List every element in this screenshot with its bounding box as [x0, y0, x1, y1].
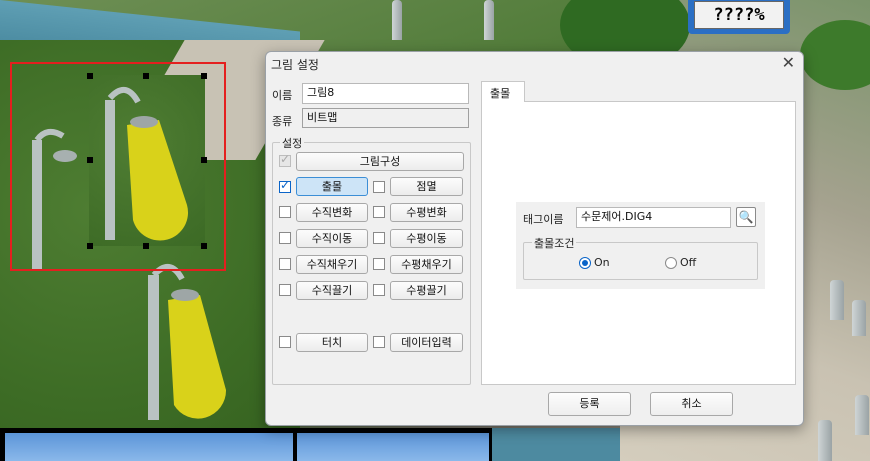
- close-icon[interactable]: ✕: [782, 53, 795, 72]
- vertical-fill-button[interactable]: 수직채우기: [296, 255, 368, 274]
- vertical-drag-button[interactable]: 수직끌기: [296, 281, 368, 300]
- resize-handle[interactable]: [201, 243, 207, 249]
- tag-label: 태그이름: [523, 213, 564, 226]
- resize-handle[interactable]: [201, 157, 207, 163]
- image-config-checkbox: [279, 152, 291, 167]
- vertical-move-checkbox[interactable]: [279, 232, 291, 244]
- preview-sky: [297, 433, 489, 461]
- horizontal-move-checkbox[interactable]: [373, 232, 385, 244]
- horizontal-fill-checkbox[interactable]: [373, 258, 385, 270]
- horizontal-fill-button[interactable]: 수평채우기: [390, 255, 463, 274]
- tab-appear[interactable]: 출몰: [481, 81, 525, 102]
- resize-handle[interactable]: [87, 243, 93, 249]
- off-label: Off: [680, 256, 697, 269]
- vertical-change-checkbox[interactable]: [279, 206, 291, 218]
- on-label: On: [594, 256, 610, 269]
- data-input-checkbox[interactable]: [373, 336, 385, 348]
- tag-field[interactable]: 수문제어.DIG4: [576, 207, 731, 228]
- condition-label: 출몰조건: [532, 235, 577, 251]
- touch-checkbox[interactable]: [279, 336, 291, 348]
- concrete-pillar: [818, 420, 832, 461]
- blink-button[interactable]: 점멸: [390, 177, 463, 196]
- resize-handle[interactable]: [143, 73, 149, 79]
- level-value: ????%: [694, 1, 784, 29]
- name-label: 이름: [272, 89, 293, 102]
- touch-button[interactable]: 터치: [296, 333, 368, 352]
- horizontal-drag-button[interactable]: 수평끌기: [390, 281, 463, 300]
- level-display: ????%: [688, 0, 790, 34]
- type-field: 비트맵: [302, 108, 469, 128]
- horizontal-move-button[interactable]: 수평이동: [390, 229, 463, 248]
- resize-handle[interactable]: [87, 157, 93, 163]
- register-button[interactable]: 등록: [548, 392, 631, 416]
- resize-handle[interactable]: [143, 243, 149, 249]
- on-radio[interactable]: [579, 257, 591, 269]
- horizontal-change-button[interactable]: 수평변화: [390, 203, 463, 222]
- concrete-pillar: [830, 280, 844, 320]
- vertical-change-button[interactable]: 수직변화: [296, 203, 368, 222]
- data-input-button[interactable]: 데이터입력: [390, 333, 463, 352]
- cancel-button[interactable]: 취소: [650, 392, 733, 416]
- gate-screw: [392, 0, 402, 40]
- vertical-fill-checkbox[interactable]: [279, 258, 291, 270]
- name-field[interactable]: 그림8: [302, 83, 469, 104]
- vertical-move-button[interactable]: 수직이동: [296, 229, 368, 248]
- resize-handle[interactable]: [87, 73, 93, 79]
- concrete-pillar: [852, 300, 866, 336]
- off-radio[interactable]: [665, 257, 677, 269]
- vertical-drag-checkbox[interactable]: [279, 284, 291, 296]
- type-label: 종류: [272, 115, 293, 128]
- image-config-button[interactable]: 그림구성: [296, 152, 464, 171]
- preview-sky: [5, 433, 293, 461]
- street-lamp-lit-icon: [148, 264, 227, 420]
- appear-checkbox[interactable]: [279, 178, 291, 193]
- resize-handle[interactable]: [201, 73, 207, 79]
- image-settings-dialog: 그림 설정 ✕ 이름 그림8 종류 비트맵 설정 그림구성 출몰 점멸 수직변화…: [265, 51, 804, 426]
- gate-screw: [484, 0, 494, 40]
- selection-frame: [10, 62, 226, 271]
- horizontal-change-checkbox[interactable]: [373, 206, 385, 218]
- tag-browse-icon[interactable]: 🔍: [736, 207, 756, 227]
- concrete-pillar: [855, 395, 869, 435]
- settings-label: 설정: [280, 135, 305, 151]
- canal-water-lower: [490, 428, 620, 461]
- horizontal-drag-checkbox[interactable]: [373, 284, 385, 296]
- appear-button[interactable]: 출몰: [296, 177, 368, 196]
- dialog-title: 그림 설정: [271, 58, 319, 72]
- blink-checkbox[interactable]: [373, 181, 385, 193]
